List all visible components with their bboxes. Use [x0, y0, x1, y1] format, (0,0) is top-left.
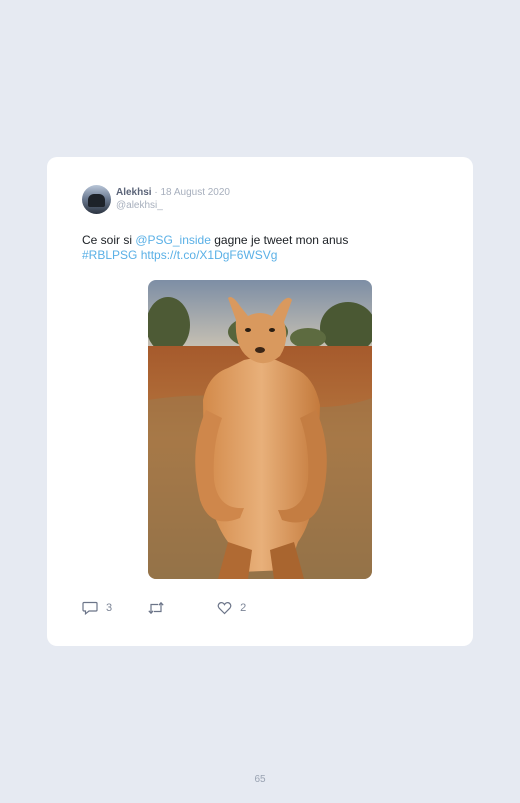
tweet-text-start: Ce soir si — [82, 233, 136, 247]
retweet-icon — [148, 601, 164, 615]
tweet-actions: 3 2 — [82, 601, 246, 615]
retweet-button[interactable] — [147, 601, 165, 615]
tweet-text-mid: gagne je tweet mon anus — [210, 233, 349, 247]
hashtag-link[interactable]: #RBLPSG — [82, 248, 137, 262]
tweet-date[interactable]: 18 August 2020 — [160, 187, 230, 198]
tweet-header: Alekhsi · 18 August 2020 @alekhsi_ — [82, 185, 230, 214]
url-link[interactable]: https://t.co/X1DgF6WSVg — [141, 248, 278, 262]
tweet-media-image[interactable] — [148, 280, 372, 579]
author-handle[interactable]: @alekhsi_ — [116, 199, 230, 212]
author-meta: Alekhsi · 18 August 2020 @alekhsi_ — [116, 185, 230, 214]
tweet-card: Alekhsi · 18 August 2020 @alekhsi_ Ce so… — [47, 157, 473, 646]
like-count: 2 — [240, 602, 247, 614]
avatar[interactable] — [82, 185, 111, 214]
reply-icon — [82, 601, 98, 615]
author-name[interactable]: Alekhsi — [116, 187, 152, 198]
tweet-text: Ce soir si @PSG_inside gagne je tweet mo… — [82, 233, 452, 263]
heart-icon — [217, 602, 232, 615]
separator-dot: · — [154, 187, 158, 198]
mention-link[interactable]: @PSG_inside — [135, 233, 211, 247]
page-number: 65 — [254, 774, 266, 785]
like-button[interactable]: 2 — [217, 601, 246, 615]
reply-count: 3 — [106, 602, 113, 614]
kangaroo-photo-icon — [148, 280, 372, 579]
reply-button[interactable]: 3 — [82, 601, 112, 615]
